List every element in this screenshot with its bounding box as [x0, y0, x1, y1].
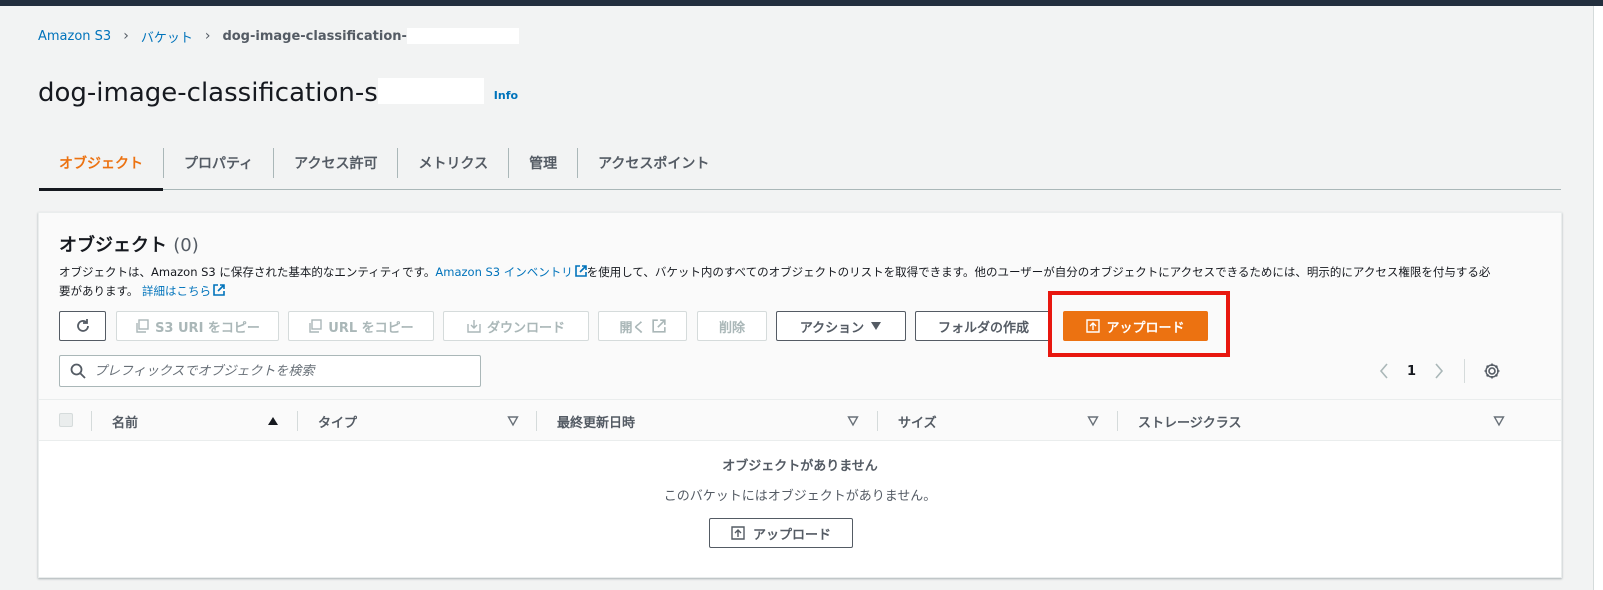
right-edge-panel [1593, 6, 1603, 590]
copy-icon [136, 319, 149, 333]
pagination: 1 [1379, 355, 1501, 387]
tab-label: アクセスポイント [598, 156, 710, 172]
tab-objects[interactable]: オブジェクト [39, 136, 163, 191]
create-folder-button[interactable]: フォルダの作成 [915, 311, 1052, 341]
page-title: dog-image-classification-s [38, 78, 378, 108]
objects-description: オブジェクトは、Amazon S3 に保存された基本的なエンティティです。Ama… [59, 263, 1499, 301]
upload-icon [731, 526, 745, 540]
empty-state-upload-button[interactable]: アップロード [709, 518, 853, 548]
top-navigation-bar [0, 0, 1603, 6]
copy-icon [309, 319, 322, 333]
external-link-icon [651, 319, 666, 333]
search-icon [70, 363, 86, 379]
chevron-right-icon: › [204, 28, 211, 44]
column-label: ストレージクラス [1138, 415, 1242, 431]
tab-metrics[interactable]: メトリクス [398, 136, 508, 190]
delete-label: 削除 [718, 320, 745, 336]
bucket-tabs: オブジェクト プロパティ アクセス許可 メトリクス 管理 アクセスポイント [39, 136, 1561, 191]
refresh-button[interactable] [59, 311, 106, 341]
copy-s3-uri-label: S3 URI をコピー [155, 320, 260, 336]
tab-permissions[interactable]: アクセス許可 [274, 136, 397, 190]
breadcrumb-buckets[interactable]: バケット [141, 27, 193, 46]
refresh-icon [76, 319, 89, 332]
chevron-left-icon[interactable] [1379, 363, 1389, 379]
objects-panel: オブジェクト (0) オブジェクトは、Amazon S3 に保存された基本的なエ… [38, 212, 1562, 578]
breadcrumb-amazon-s3[interactable]: Amazon S3 [38, 29, 111, 44]
column-header-last-modified[interactable]: 最終更新日時 [557, 400, 635, 442]
column-divider [1117, 411, 1118, 431]
details-link-label: 詳細はこちら [142, 284, 212, 298]
gear-icon[interactable] [1483, 362, 1501, 380]
upload-highlight-annotation [1048, 291, 1230, 357]
column-label: タイプ [318, 415, 358, 431]
inventory-link-label: Amazon S3 インベントリ [435, 265, 573, 279]
open-button[interactable]: 開く [598, 311, 687, 341]
objects-title-text: オブジェクト [59, 235, 167, 256]
redacted-text [406, 28, 519, 44]
sort-icon[interactable] [507, 415, 519, 427]
download-icon [467, 320, 481, 333]
copy-url-button[interactable]: URL をコピー [288, 311, 434, 341]
copy-url-label: URL をコピー [328, 320, 414, 336]
actions-label: アクション [799, 320, 865, 336]
search-box[interactable] [59, 355, 481, 387]
inventory-link[interactable]: Amazon S3 インベントリ [435, 265, 587, 279]
empty-state-description: このバケットにはオブジェクトがありません。 [663, 489, 937, 504]
description-text-1: オブジェクトは、Amazon S3 に保存された基本的なエンティティです。 [59, 265, 436, 279]
external-link-icon [574, 265, 587, 277]
tab-management[interactable]: 管理 [509, 136, 577, 190]
tab-label: プロパティ [184, 156, 254, 172]
breadcrumb-current-bucket: dog-image-classification- [222, 28, 407, 44]
breadcrumb: Amazon S3 › バケット › dog-image-classificat… [38, 26, 519, 46]
column-header-size[interactable]: サイズ [898, 400, 937, 442]
copy-s3-uri-button[interactable]: S3 URI をコピー [116, 311, 279, 341]
empty-state-upload-label: アップロード [752, 527, 831, 543]
caret-down-icon [871, 322, 882, 330]
objects-table-header: 名前 タイプ 最終更新日時 サイズ ストレージクラス [39, 399, 1561, 441]
open-label: 開く [619, 320, 646, 336]
column-header-name[interactable]: 名前 [112, 400, 138, 442]
details-link[interactable]: 詳細はこちら [142, 284, 225, 298]
sort-icon[interactable] [1087, 415, 1099, 427]
select-all-checkbox[interactable] [59, 413, 73, 427]
column-divider [297, 411, 298, 431]
empty-state-title: オブジェクトがありません [722, 459, 878, 474]
delete-button[interactable]: 削除 [697, 311, 767, 341]
download-label: ダウンロード [486, 320, 565, 336]
column-divider [91, 411, 92, 431]
objects-panel-title: オブジェクト (0) [59, 231, 199, 257]
sort-ascending-icon[interactable] [267, 415, 279, 427]
chevron-right-icon: › [123, 28, 129, 44]
column-divider [877, 411, 878, 431]
column-header-type[interactable]: タイプ [318, 400, 357, 442]
actions-dropdown[interactable]: アクション [776, 311, 906, 341]
page-number[interactable]: 1 [1407, 364, 1416, 379]
info-link[interactable]: Info [494, 89, 518, 102]
column-header-storage-class[interactable]: ストレージクラス [1138, 400, 1241, 442]
tab-label: アクセス許可 [294, 156, 378, 172]
column-label: 最終更新日時 [557, 415, 636, 431]
page-header: dog-image-classification-s Info [38, 70, 518, 110]
objects-count: (0) [173, 235, 199, 256]
tab-label: メトリクス [418, 156, 489, 172]
tab-label: 管理 [529, 156, 558, 172]
external-link-icon [213, 284, 225, 296]
download-button[interactable]: ダウンロード [443, 311, 589, 341]
pager-divider [1464, 359, 1466, 383]
redacted-text [377, 78, 484, 104]
objects-panel-header: オブジェクト (0) オブジェクトは、Amazon S3 に保存された基本的なエ… [39, 213, 1561, 408]
sort-icon[interactable] [1493, 415, 1505, 427]
column-divider [536, 411, 537, 431]
tab-label: オブジェクト [59, 156, 143, 172]
column-label: 名前 [112, 415, 139, 431]
column-label: サイズ [898, 415, 937, 431]
sort-icon[interactable] [847, 415, 859, 427]
search-input[interactable] [94, 363, 474, 379]
create-folder-label: フォルダの作成 [937, 320, 1029, 336]
tab-properties[interactable]: プロパティ [164, 136, 273, 190]
chevron-right-icon[interactable] [1434, 363, 1444, 379]
tab-access-points[interactable]: アクセスポイント [578, 136, 729, 190]
